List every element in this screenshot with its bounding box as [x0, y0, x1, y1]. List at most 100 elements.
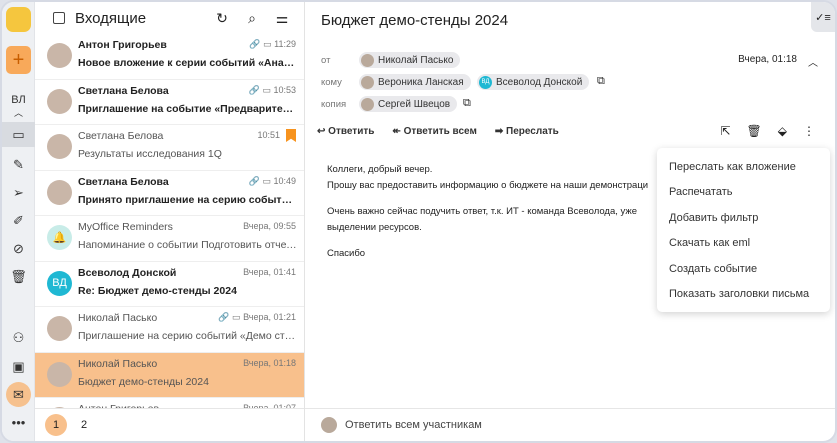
collapse-header-icon[interactable]: ︿	[808, 54, 818, 69]
message-list-item[interactable]: Светлана Белова Приглашение на событие «…	[35, 80, 304, 125]
message-list-item[interactable]: ВД Всеволод Донской Re: Бюджет демо-стен…	[35, 262, 304, 307]
body-line: Спасибо	[327, 248, 366, 259]
menu-add-filter[interactable]: Добавить фильтр	[657, 205, 830, 231]
time: Вчера, 01:18	[243, 358, 296, 368]
sender: MyOffice Reminders	[78, 221, 173, 233]
message-list-item[interactable]: Светлана Белова Результаты исследования …	[35, 125, 304, 171]
time-text: 11:29	[274, 39, 296, 49]
reply-all-label: Ответить всем	[403, 126, 477, 137]
calendar-icon[interactable]: ▣	[6, 354, 31, 379]
menu-show-headers[interactable]: Показать заголовки письма	[657, 282, 830, 308]
filter-settings-icon[interactable]: ⚌	[272, 10, 292, 27]
list-header: Входящие ↻ ⌕ ⚌	[35, 2, 304, 34]
avatar	[47, 43, 72, 68]
avatar	[361, 75, 374, 89]
sender: Светлана Белова	[78, 84, 169, 97]
recipient-chip[interactable]: Вероника Ланская	[359, 74, 471, 90]
menu-create-event[interactable]: Создать событие	[657, 256, 830, 282]
attachment-icon: 🔗 ▭	[218, 312, 244, 322]
sender: Николай Пасько	[78, 312, 158, 324]
tasks-icon[interactable]: ✓≡	[811, 2, 835, 32]
cc-chip[interactable]: Сергей Швецов	[359, 96, 458, 112]
time-text: Вчера, 01:18	[243, 357, 296, 368]
subject: Напоминание о событии Подготовить отчет…	[78, 239, 298, 251]
mail-app-icon[interactable]: ✉	[6, 382, 31, 407]
forward-button[interactable]: ➡ Переслать	[495, 126, 559, 137]
quick-reply-input[interactable]: Ответить всем участникам	[345, 419, 482, 431]
time: Вчера, 09:55	[243, 221, 296, 231]
subject: Re: Бюджет демо-стенды 2024	[78, 284, 237, 297]
sent-folder-icon[interactable]: ➢	[6, 180, 31, 205]
copy-icon[interactable]: ⧉	[463, 97, 471, 110]
subject: Принято приглашение на серию событий «…	[78, 193, 298, 206]
time-text: Вчера, 01:21	[243, 312, 296, 322]
avatar	[361, 97, 374, 111]
subject: Приглашение на событие «Предварительно…	[78, 102, 298, 115]
body-line: Очень важно сейчас подучить ответ, т.к. …	[327, 206, 638, 217]
time: 🔗 ▭ 11:29	[249, 39, 296, 50]
message-body: Коллеги, добрый вечер. Прошу вас предоста…	[327, 162, 648, 272]
subject: Новое вложение к серии событий «Аналити…	[78, 57, 298, 69]
time-text: Вчера, 01:41	[243, 266, 296, 277]
copy-icon[interactable]: ⧉	[597, 75, 605, 88]
message-list-item[interactable]: Николай Пасько Приглашение на серию собы…	[35, 307, 304, 353]
sender-chip[interactable]: Николай Пасько	[359, 52, 461, 68]
time: 10:51	[257, 130, 280, 140]
message-list-item[interactable]: Светлана Белова Принято приглашение на с…	[35, 171, 304, 216]
avatar	[361, 53, 374, 67]
search-icon[interactable]: ⌕	[242, 10, 262, 27]
menu-print[interactable]: Распечатать	[657, 180, 830, 206]
time: 🔗 ▭ Вчера, 01:21	[218, 312, 296, 323]
select-all-checkbox[interactable]	[53, 12, 65, 24]
more-apps-icon[interactable]: •••	[6, 410, 31, 435]
quick-reply-bar[interactable]: Ответить всем участникам	[305, 408, 835, 441]
pagination: 1 2	[35, 408, 304, 441]
more-actions-icon[interactable]: ⋮	[803, 124, 815, 138]
message-list-item[interactable]: Антон Григорьев Новое вложение к серии с…	[35, 34, 304, 80]
recipient-name: Всеволод Донской	[496, 76, 583, 88]
sender: Светлана Белова	[78, 130, 164, 142]
tag-icon[interactable]: ⬙	[778, 124, 787, 138]
subject: Результаты исследования 1Q	[78, 148, 222, 160]
delete-icon[interactable]: 🗑	[747, 124, 762, 138]
recipient-chip[interactable]: ВД Всеволод Донской	[477, 74, 590, 90]
sender: Антон Григорьев	[78, 39, 167, 51]
time: 🔗 ▭ 10:49	[249, 176, 296, 187]
avatar: ВД	[479, 75, 492, 89]
time: 🔗 ▭ 10:53	[249, 85, 296, 96]
inbox-folder-icon[interactable]: ▭	[2, 122, 35, 147]
menu-forward-as-attachment[interactable]: Переслать как вложение	[657, 154, 830, 180]
open-in-window-icon[interactable]: ⇱	[720, 124, 730, 138]
outbox-folder-icon[interactable]: ✐	[6, 208, 31, 233]
message-list-item[interactable]: Николай Пасько Бюджет демо-стенды 2024 В…	[35, 352, 304, 398]
message-toolbar: ↩ Ответить ↞ Ответить всем ➡ Переслать	[317, 126, 559, 137]
reply-button[interactable]: ↩ Ответить	[317, 126, 374, 137]
message-date: Вчера, 01:18	[738, 54, 797, 65]
avatar	[47, 179, 72, 205]
folder-title: Входящие	[75, 9, 147, 27]
reply-all-button[interactable]: ↞ Ответить всем	[392, 126, 476, 137]
refresh-icon[interactable]: ↻	[212, 10, 232, 27]
to-label: кому	[321, 77, 342, 88]
app-logo-icon[interactable]	[6, 7, 31, 32]
attachment-icon: 🔗 ▭	[248, 84, 274, 95]
drafts-folder-icon[interactable]: ✎	[6, 152, 31, 177]
spam-folder-icon[interactable]: ⊘	[6, 236, 31, 261]
contacts-icon[interactable]: ⚇	[6, 325, 31, 350]
sender-name: Николай Пасько	[378, 54, 454, 66]
time-text: 10:49	[273, 175, 296, 186]
trash-folder-icon[interactable]: 🗑	[6, 264, 31, 289]
menu-download-eml[interactable]: Скачать как eml	[657, 231, 830, 257]
body-line: Прошу вас предоставить информацию о бюдж…	[327, 180, 649, 191]
message-list-item[interactable]: 🔔 MyOffice Reminders Напоминание о событ…	[35, 216, 304, 262]
sender: Всеволод Донской	[78, 266, 177, 279]
flag-icon[interactable]	[286, 129, 296, 142]
recipient-name: Вероника Ланская	[378, 76, 464, 88]
message-list: Входящие ↻ ⌕ ⚌ Антон Григорьев Новое вло…	[35, 2, 305, 441]
compose-button[interactable]: +	[6, 46, 31, 74]
page-1-button[interactable]: 1	[45, 414, 67, 436]
subject: Бюджет демо-стенды 2024	[78, 375, 209, 388]
time-text: 10:53	[273, 84, 296, 95]
time-text: Вчера, 09:55	[243, 221, 296, 231]
page-2-button[interactable]: 2	[81, 419, 87, 431]
